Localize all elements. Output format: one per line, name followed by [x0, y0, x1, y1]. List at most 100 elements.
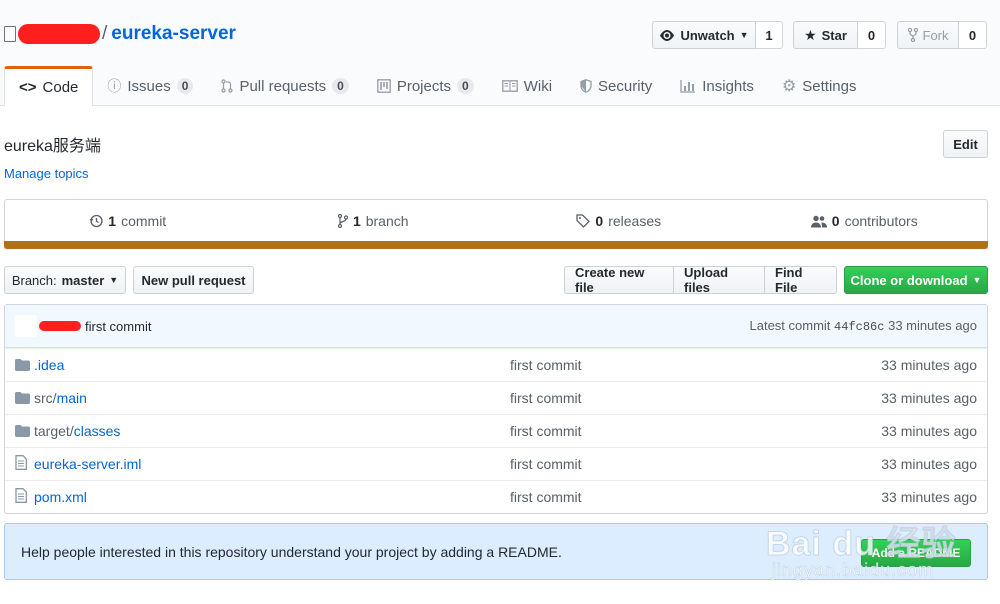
- branches-summary[interactable]: 1 branch: [251, 200, 497, 242]
- shield-icon: [580, 79, 592, 93]
- repo-description: eureka服务端: [4, 138, 101, 155]
- branches-count: 1: [352, 213, 361, 229]
- repo-nav-tabs: <> Code ⓘ Issues 0 Pull requests 0 Proje…: [4, 66, 871, 107]
- tab-label: Security: [598, 77, 653, 95]
- gear-icon: ⚙: [781, 78, 797, 95]
- file-name-link[interactable]: target/classes: [34, 423, 120, 439]
- clone-label: Clone or download: [850, 272, 968, 288]
- project-icon: [376, 79, 391, 93]
- repo-icon: [4, 26, 16, 42]
- file-row: target/classes first commit 33 minutes a…: [5, 414, 987, 447]
- fork-icon: [907, 28, 918, 42]
- forks-count[interactable]: 0: [959, 21, 987, 49]
- file-commit-message[interactable]: first commit: [510, 456, 582, 472]
- watchers-count[interactable]: 1: [756, 21, 783, 49]
- latest-commit-age: 33 minutes ago: [888, 318, 977, 333]
- graph-icon: [680, 80, 696, 93]
- tab-wiki[interactable]: Wiki: [488, 66, 566, 106]
- file-commit-message[interactable]: first commit: [510, 423, 582, 439]
- tab-issues[interactable]: ⓘ Issues 0: [93, 66, 207, 106]
- branch-select-button[interactable]: Branch: master ▼: [4, 266, 126, 294]
- star-icon: ★: [804, 26, 817, 43]
- tab-counter: 0: [332, 78, 349, 94]
- file-list: first commit Latest commit 44fc86c 33 mi…: [4, 304, 988, 514]
- add-readme-button[interactable]: Add a README: [861, 539, 971, 567]
- tag-icon: [576, 214, 591, 228]
- contributors-summary[interactable]: 0 contributors: [742, 200, 988, 242]
- contributors-count: 0: [831, 213, 840, 229]
- file-icon: [15, 455, 27, 473]
- tab-label: Issues: [127, 77, 171, 95]
- tab-label: Wiki: [523, 77, 553, 95]
- language-bar[interactable]: [4, 241, 988, 249]
- create-new-file-button[interactable]: Create new file: [564, 265, 674, 295]
- file-commit-message[interactable]: first commit: [510, 489, 582, 505]
- latest-commit-prefix: Latest commit: [749, 318, 831, 333]
- caret-down-icon: ▼: [739, 30, 749, 40]
- new-pull-request-button[interactable]: New pull request: [133, 266, 254, 294]
- file-row: pom.xml first commit 33 minutes ago: [5, 480, 987, 513]
- repo-name-link[interactable]: eureka-server: [111, 23, 236, 45]
- edit-description-button[interactable]: Edit: [943, 130, 988, 158]
- repo-title: / eureka-server: [4, 22, 236, 46]
- upload-files-button[interactable]: Upload files: [673, 265, 765, 295]
- eye-icon: [660, 29, 675, 41]
- file-row: src/main first commit 33 minutes ago: [5, 381, 987, 414]
- book-icon: [501, 80, 518, 92]
- fork-button[interactable]: Fork: [897, 21, 959, 49]
- issue-icon: ⓘ: [107, 78, 122, 94]
- branches-label: branch: [365, 213, 409, 229]
- file-row: eureka-server.iml first commit 33 minute…: [5, 447, 987, 480]
- file-age: 33 minutes ago: [881, 390, 977, 406]
- contributors-label: contributors: [844, 213, 918, 229]
- unwatch-button[interactable]: Unwatch ▼: [652, 21, 756, 49]
- tab-security[interactable]: Security: [566, 66, 666, 106]
- releases-count: 0: [595, 213, 604, 229]
- manage-topics-link[interactable]: Manage topics: [4, 166, 89, 181]
- file-name-link[interactable]: .idea: [34, 357, 64, 373]
- latest-commit-bar: first commit Latest commit 44fc86c 33 mi…: [5, 305, 987, 348]
- file-age: 33 minutes ago: [881, 456, 977, 472]
- owner-redacted[interactable]: [18, 24, 100, 44]
- file-name-link[interactable]: pom.xml: [34, 489, 87, 505]
- file-commit-message[interactable]: first commit: [510, 357, 582, 373]
- people-icon: [810, 215, 827, 227]
- branch-icon: [337, 214, 348, 228]
- tab-settings[interactable]: ⚙ Settings: [768, 66, 871, 106]
- file-icon: [15, 488, 27, 506]
- clone-or-download-button[interactable]: Clone or download ▼: [844, 266, 988, 294]
- tab-pull-requests[interactable]: Pull requests 0: [207, 66, 362, 106]
- caret-down-icon: ▼: [109, 275, 119, 285]
- branch-prefix: Branch:: [11, 272, 57, 288]
- fork-label: Fork: [922, 27, 949, 43]
- file-name-link[interactable]: eureka-server.iml: [34, 456, 141, 472]
- commits-label: commit: [121, 213, 167, 229]
- commits-summary[interactable]: 1 commit: [5, 200, 251, 242]
- tab-label: Code: [42, 79, 79, 96]
- file-row: .idea first commit 33 minutes ago: [5, 348, 987, 381]
- author-redacted[interactable]: [39, 321, 81, 331]
- tab-label: Projects: [396, 77, 452, 95]
- tab-code[interactable]: <> Code: [4, 66, 94, 107]
- tab-insights[interactable]: Insights: [666, 66, 768, 106]
- tab-counter: 0: [457, 78, 474, 94]
- tab-label: Insights: [702, 77, 754, 95]
- star-label: Star: [821, 27, 847, 43]
- releases-summary[interactable]: 0 releases: [496, 200, 742, 242]
- commits-count: 1: [108, 213, 117, 229]
- folder-icon: [15, 359, 30, 371]
- unwatch-label: Unwatch: [680, 27, 735, 43]
- commit-sha-link[interactable]: 44fc86c: [834, 320, 884, 334]
- avatar[interactable]: [15, 315, 37, 337]
- stargazers-count[interactable]: 0: [858, 21, 886, 49]
- code-icon: <>: [19, 79, 37, 96]
- readme-prompt: Help people interested in this repositor…: [4, 523, 988, 580]
- star-button[interactable]: ★ Star: [793, 21, 858, 49]
- find-file-button[interactable]: Find File: [764, 265, 837, 295]
- latest-commit-message[interactable]: first commit: [85, 319, 151, 334]
- file-commit-message[interactable]: first commit: [510, 390, 582, 406]
- branch-name: master: [61, 272, 105, 288]
- tab-projects[interactable]: Projects 0: [363, 66, 488, 106]
- file-name-link[interactable]: src/main: [34, 390, 87, 406]
- folder-icon: [15, 425, 30, 437]
